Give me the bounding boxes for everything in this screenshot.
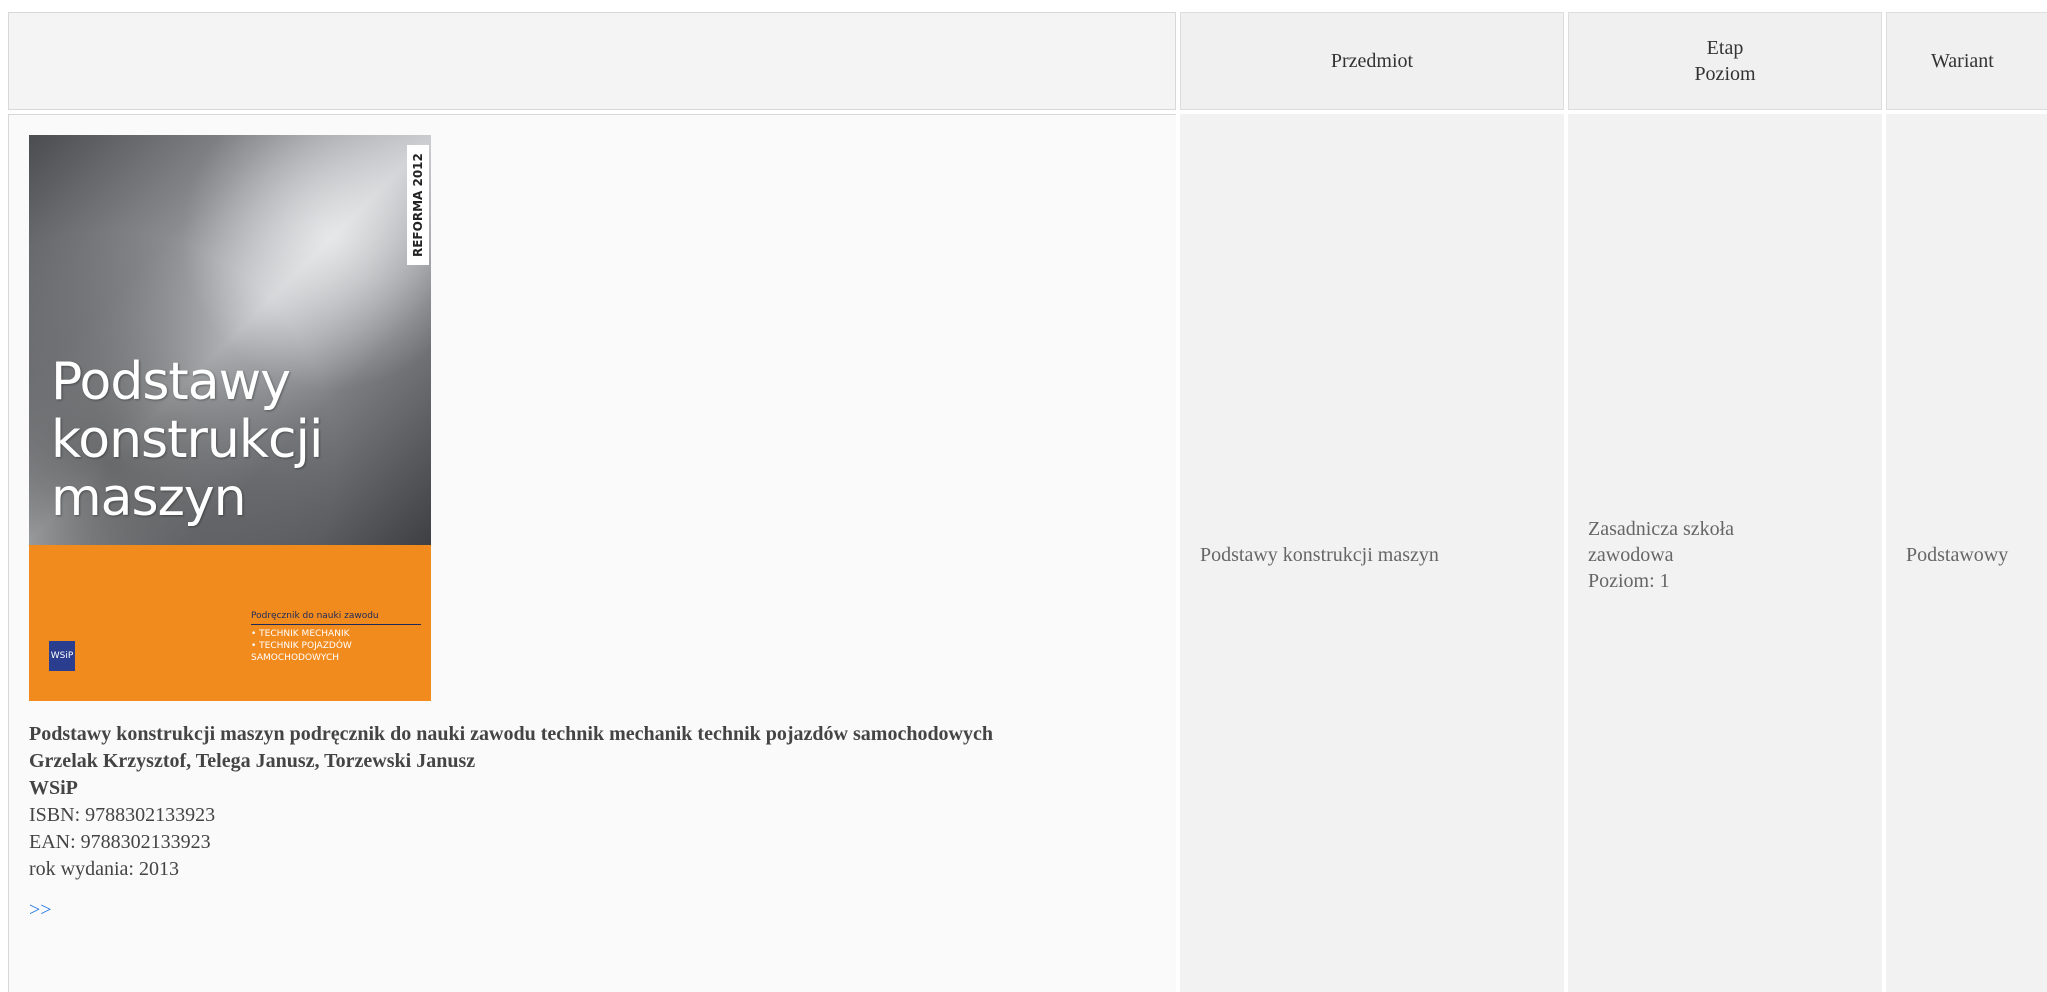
book-year: rok wydania: 2013 — [29, 858, 179, 880]
variant-cell: Podstawowy — [1886, 114, 2047, 992]
cover-title: Podstawy konstrukcji maszyn — [51, 352, 323, 528]
more-link[interactable]: >> — [29, 897, 52, 924]
cover-title-line: konstrukcji — [51, 410, 323, 470]
variant-value: Podstawowy — [1906, 543, 2009, 566]
subject-value: Podstawy konstrukcji maszyn — [1200, 543, 1439, 566]
table-row: REFORMA 2012 Podstawy konstrukcji maszyn… — [8, 114, 2047, 992]
subject-cell: Podstawy konstrukcji maszyn — [1180, 114, 1564, 992]
page: Przedmiot Etap Poziom Wariant REFORMA 20… — [0, 0, 2047, 992]
cover-side-label: REFORMA 2012 — [407, 145, 429, 265]
header-stage: Etap Poziom — [1568, 12, 1882, 110]
book-cell: REFORMA 2012 Podstawy konstrukcji maszyn… — [8, 114, 1176, 992]
header-book-cell — [8, 12, 1176, 110]
header-variant-label: Wariant — [1931, 50, 1994, 72]
book-cover-image[interactable]: REFORMA 2012 Podstawy konstrukcji maszyn… — [29, 135, 431, 701]
cover-subtitle-item: • TECHNIK MECHANIK — [251, 629, 350, 639]
stage-cell: Zasadnicza szkoła zawodowa Poziom: 1 — [1568, 114, 1882, 992]
header-variant: Wariant — [1886, 12, 2047, 110]
book-ean: EAN: 9788302133923 — [29, 831, 211, 853]
book-publisher: WSiP — [29, 777, 78, 799]
header-subject: Przedmiot — [1180, 12, 1564, 110]
publisher-logo: WSiP — [49, 641, 75, 671]
stage-value: zawodowa — [1588, 543, 1674, 566]
cover-subtitle: Podręcznik do nauki zawodu • TECHNIK MEC… — [251, 610, 421, 664]
level-value: Poziom: 1 — [1588, 569, 1670, 592]
cover-orange-band: Podręcznik do nauki zawodu • TECHNIK MEC… — [29, 545, 431, 701]
stage-value: Zasadnicza szkoła — [1588, 517, 1735, 540]
table-header-row: Przedmiot Etap Poziom Wariant — [8, 12, 2047, 110]
cover-title-line: maszyn — [51, 468, 247, 528]
textbook-table: Przedmiot Etap Poziom Wariant REFORMA 20… — [4, 8, 2047, 992]
book-authors: Grzelak Krzysztof, Telega Janusz, Torzew… — [29, 750, 476, 772]
book-title: Podstawy konstrukcji maszyn podręcznik d… — [29, 723, 994, 745]
cover-subtitle-item: • TECHNIK POJAZDÓW SAMOCHODOWYCH — [251, 641, 352, 663]
cover-title-line: Podstawy — [51, 352, 291, 412]
header-subject-label: Przedmiot — [1330, 50, 1414, 72]
book-metadata: Podstawy konstrukcji maszyn podręcznik d… — [29, 721, 1079, 924]
header-level-label: Poziom — [1694, 63, 1756, 85]
book-isbn: ISBN: 9788302133923 — [29, 804, 216, 826]
header-stage-label: Etap — [1706, 37, 1744, 59]
cover-subtitle-head: Podręcznik do nauki zawodu — [251, 610, 421, 625]
